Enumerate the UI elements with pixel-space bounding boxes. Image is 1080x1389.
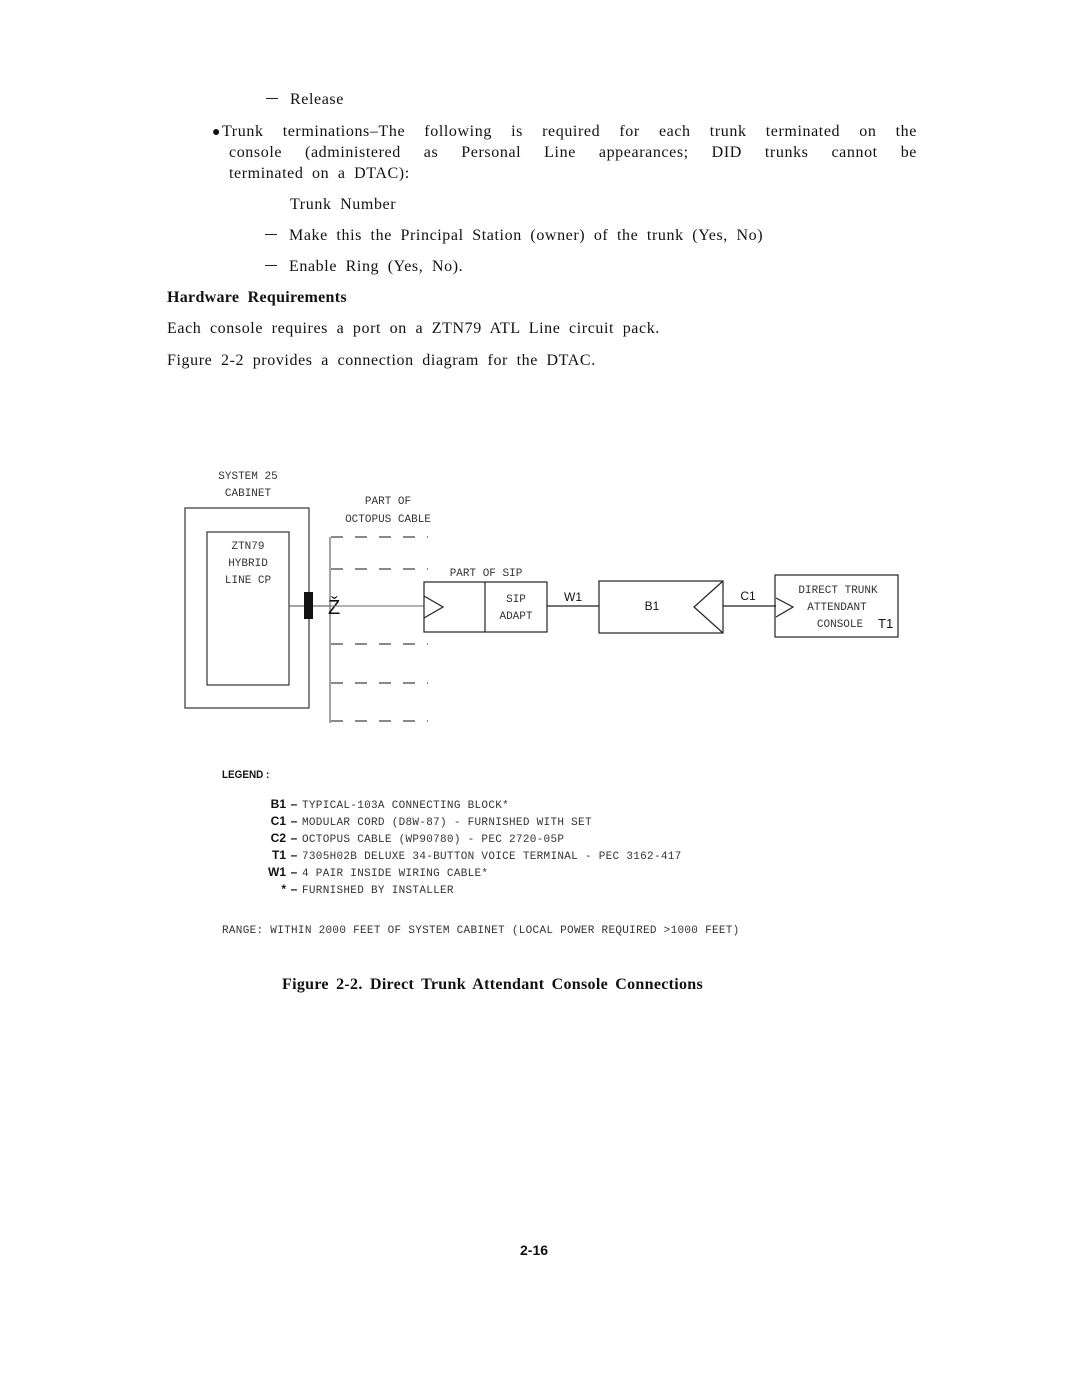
- octopus-branches: [331, 536, 428, 722]
- cabinet-label-line-1: SYSTEM 25: [218, 471, 277, 483]
- console-line-2: ATTENDANT: [807, 602, 867, 614]
- legend-separator: –: [290, 848, 298, 862]
- connection-diagram: SYSTEM 25 CABINET ZTN79 HYBRID LINE CP P…: [184, 471, 899, 723]
- legend-key: C2: [270, 831, 286, 845]
- b1-label: B1: [645, 599, 660, 613]
- legend-item: T1–7305H02B DELUXE 34-BUTTON VOICE TERMI…: [256, 846, 682, 864]
- legend-item: W1–4 PAIR INSIDE WIRING CABLE*: [256, 863, 488, 881]
- legend-title: LEGEND :: [222, 769, 270, 781]
- legend-item: B1– TYPICAL-103A CONNECTING BLOCK*: [256, 795, 509, 813]
- circuit-pack-box: [206, 531, 290, 686]
- circuit-pack-line-1: ZTN79: [231, 541, 264, 553]
- legend-item: C2– OCTOPUS CABLE (WP90780) - PEC 2720-05…: [256, 829, 564, 847]
- cabinet-label-line-2: CABINET: [225, 488, 272, 500]
- legend-separator: –: [290, 865, 298, 879]
- legend-text: 4 PAIR INSIDE WIRING CABLE*: [302, 868, 489, 880]
- legend-separator: –: [290, 882, 298, 896]
- legend-item: C1– MODULAR CORD (D8W-87) - FURNISHED WIT…: [256, 812, 592, 830]
- console-line-3: CONSOLE: [817, 619, 864, 631]
- sip-jack-icon: [423, 595, 445, 619]
- circuit-pack-line-3: LINE CP: [225, 575, 272, 587]
- legend-separator: –: [290, 797, 298, 811]
- legend-text: TYPICAL-103A CONNECTING BLOCK*: [302, 800, 510, 812]
- legend-key: C1: [270, 814, 286, 828]
- figure-caption: Figure 2-2. Direct Trunk Attendant Conso…: [282, 976, 704, 993]
- t1-label: T1: [878, 616, 893, 631]
- octopus-label-line-1: PART OF: [365, 496, 411, 508]
- legend-separator: –: [290, 814, 298, 828]
- console-line-1: DIRECT TRUNK: [798, 585, 878, 597]
- legend-text: FURNISHED BY INSTALLER: [302, 885, 454, 897]
- legend-key: T1: [271, 848, 286, 862]
- legend-separator: –: [290, 831, 298, 845]
- legend-key: *: [281, 882, 286, 896]
- circuit-pack-line-2: HYBRID: [228, 558, 268, 570]
- c1-label: C1: [740, 589, 756, 603]
- sip-adapt-line-2: ADAPT: [499, 611, 532, 623]
- legend-text: 7305H02B DELUXE 34-BUTTON VOICE TERMINAL…: [302, 851, 682, 863]
- page-number: 2-16: [520, 1242, 549, 1258]
- legend-key: B1: [270, 797, 286, 811]
- legend-text: OCTOPUS CABLE (WP90780) - PEC 2720-05P: [302, 834, 565, 846]
- system-cabinet-box: [184, 507, 310, 709]
- legend-text: MODULAR CORD (D8W-87) - FURNISHED WITH S…: [302, 817, 592, 829]
- sip-adapt-line-1: SIP: [506, 594, 526, 606]
- legend-key: W1: [268, 865, 286, 879]
- connector-symbol: Ž: [328, 596, 340, 619]
- connector-block: [304, 592, 313, 619]
- sip-label: PART OF SIP: [450, 568, 523, 580]
- b1-jack-icon: [693, 580, 724, 634]
- legend-item: * – FURNISHED BY INSTALLER: [256, 880, 454, 898]
- b1-block: [598, 580, 724, 634]
- console-jack-icon: [775, 597, 795, 618]
- octopus-label-line-2: OCTOPUS CABLE: [345, 514, 431, 526]
- range-note: RANGE: WITHIN 2000 FEET OF SYSTEM CABINE…: [222, 925, 740, 937]
- w1-label: W1: [564, 590, 582, 604]
